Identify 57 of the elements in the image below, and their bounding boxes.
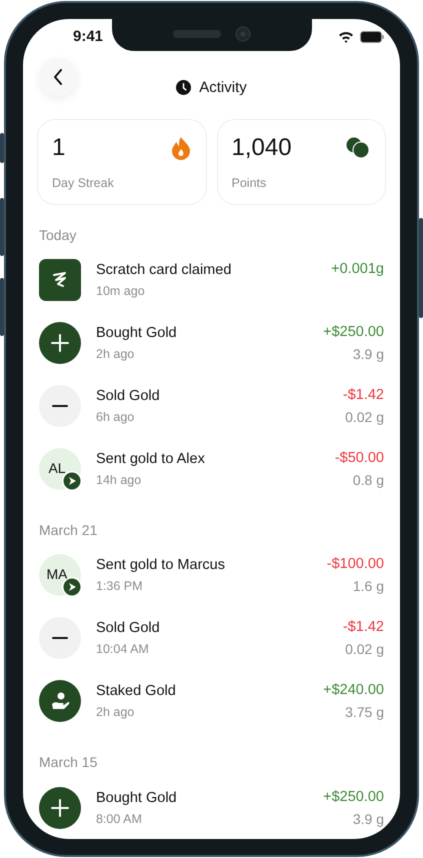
avatar-initials: AL xyxy=(48,460,66,476)
activity-title: Bought Gold xyxy=(96,325,178,342)
avatar-initials: MA xyxy=(46,566,68,582)
minus-icon xyxy=(39,617,81,660)
clock-icon xyxy=(176,80,192,96)
status-time: 9:41 xyxy=(73,28,104,46)
minus-icon xyxy=(39,384,81,427)
camera-icon xyxy=(234,26,250,42)
plus-icon xyxy=(39,786,81,829)
wifi-icon xyxy=(338,30,354,43)
activity-time: 2h ago xyxy=(96,704,136,719)
activity-weight: 0.8 g xyxy=(352,472,384,488)
activity-weight: 3.9 g xyxy=(352,810,384,827)
activity-title: Bought Gold xyxy=(96,790,178,806)
stat-value: 1 xyxy=(52,134,66,162)
flame-icon xyxy=(170,136,192,160)
activity-time: 2h ago xyxy=(96,347,136,362)
section-heading: March 21 xyxy=(38,522,98,538)
stat-label: Day Streak xyxy=(52,176,115,190)
activity-time: 10:04 AM xyxy=(96,642,150,656)
activity-amount: +$250.00 xyxy=(323,788,384,805)
stat-label: Points xyxy=(232,176,268,190)
activity-amount: +$250.00 xyxy=(323,324,384,340)
send-badge-icon xyxy=(62,577,82,598)
activity-amount: +$240.00 xyxy=(323,682,384,698)
activity-weight: 0.02 g xyxy=(345,408,384,425)
stat-value: 1,040 xyxy=(232,134,292,162)
activity-title: Sold Gold xyxy=(96,388,161,404)
activity-weight: 3.9 g xyxy=(352,346,384,362)
activity-weight: 3.75 g xyxy=(345,704,384,720)
page-title: Activity xyxy=(199,79,247,96)
activity-time: 8:00 AM xyxy=(96,812,143,826)
activity-title: Sent gold to Alex xyxy=(96,450,206,467)
section-heading: Today xyxy=(38,227,78,244)
activity-amount: -$1.42 xyxy=(342,386,384,403)
activity-title: Scratch card claimed xyxy=(96,262,232,278)
activity-amount: +0.001g xyxy=(331,261,384,278)
activity-amount: -$50.00 xyxy=(334,450,384,466)
hand-coin-icon xyxy=(39,680,81,722)
activity-title: Staked Gold xyxy=(96,682,177,699)
activity-weight: 1.6 g xyxy=(352,578,384,594)
activity-time: 1:36 PM xyxy=(96,579,144,594)
activity-time: 14h ago xyxy=(96,472,142,487)
coins-icon xyxy=(345,137,371,160)
activity-title: Sent gold to Marcus xyxy=(96,557,226,574)
activity-time: 6h ago xyxy=(96,410,136,424)
battery-icon xyxy=(360,30,384,43)
back-icon xyxy=(53,69,63,86)
activity-time: 10m ago xyxy=(96,284,146,298)
plus-icon xyxy=(39,322,81,364)
scratch-icon xyxy=(39,259,81,302)
activity-title: Sold Gold xyxy=(96,620,161,636)
speaker-icon xyxy=(172,30,220,38)
activity-weight: 0.02 g xyxy=(345,641,384,658)
activity-amount: -$1.42 xyxy=(342,619,384,636)
section-heading: March 15 xyxy=(38,754,98,770)
activity-amount: -$100.00 xyxy=(326,556,384,572)
